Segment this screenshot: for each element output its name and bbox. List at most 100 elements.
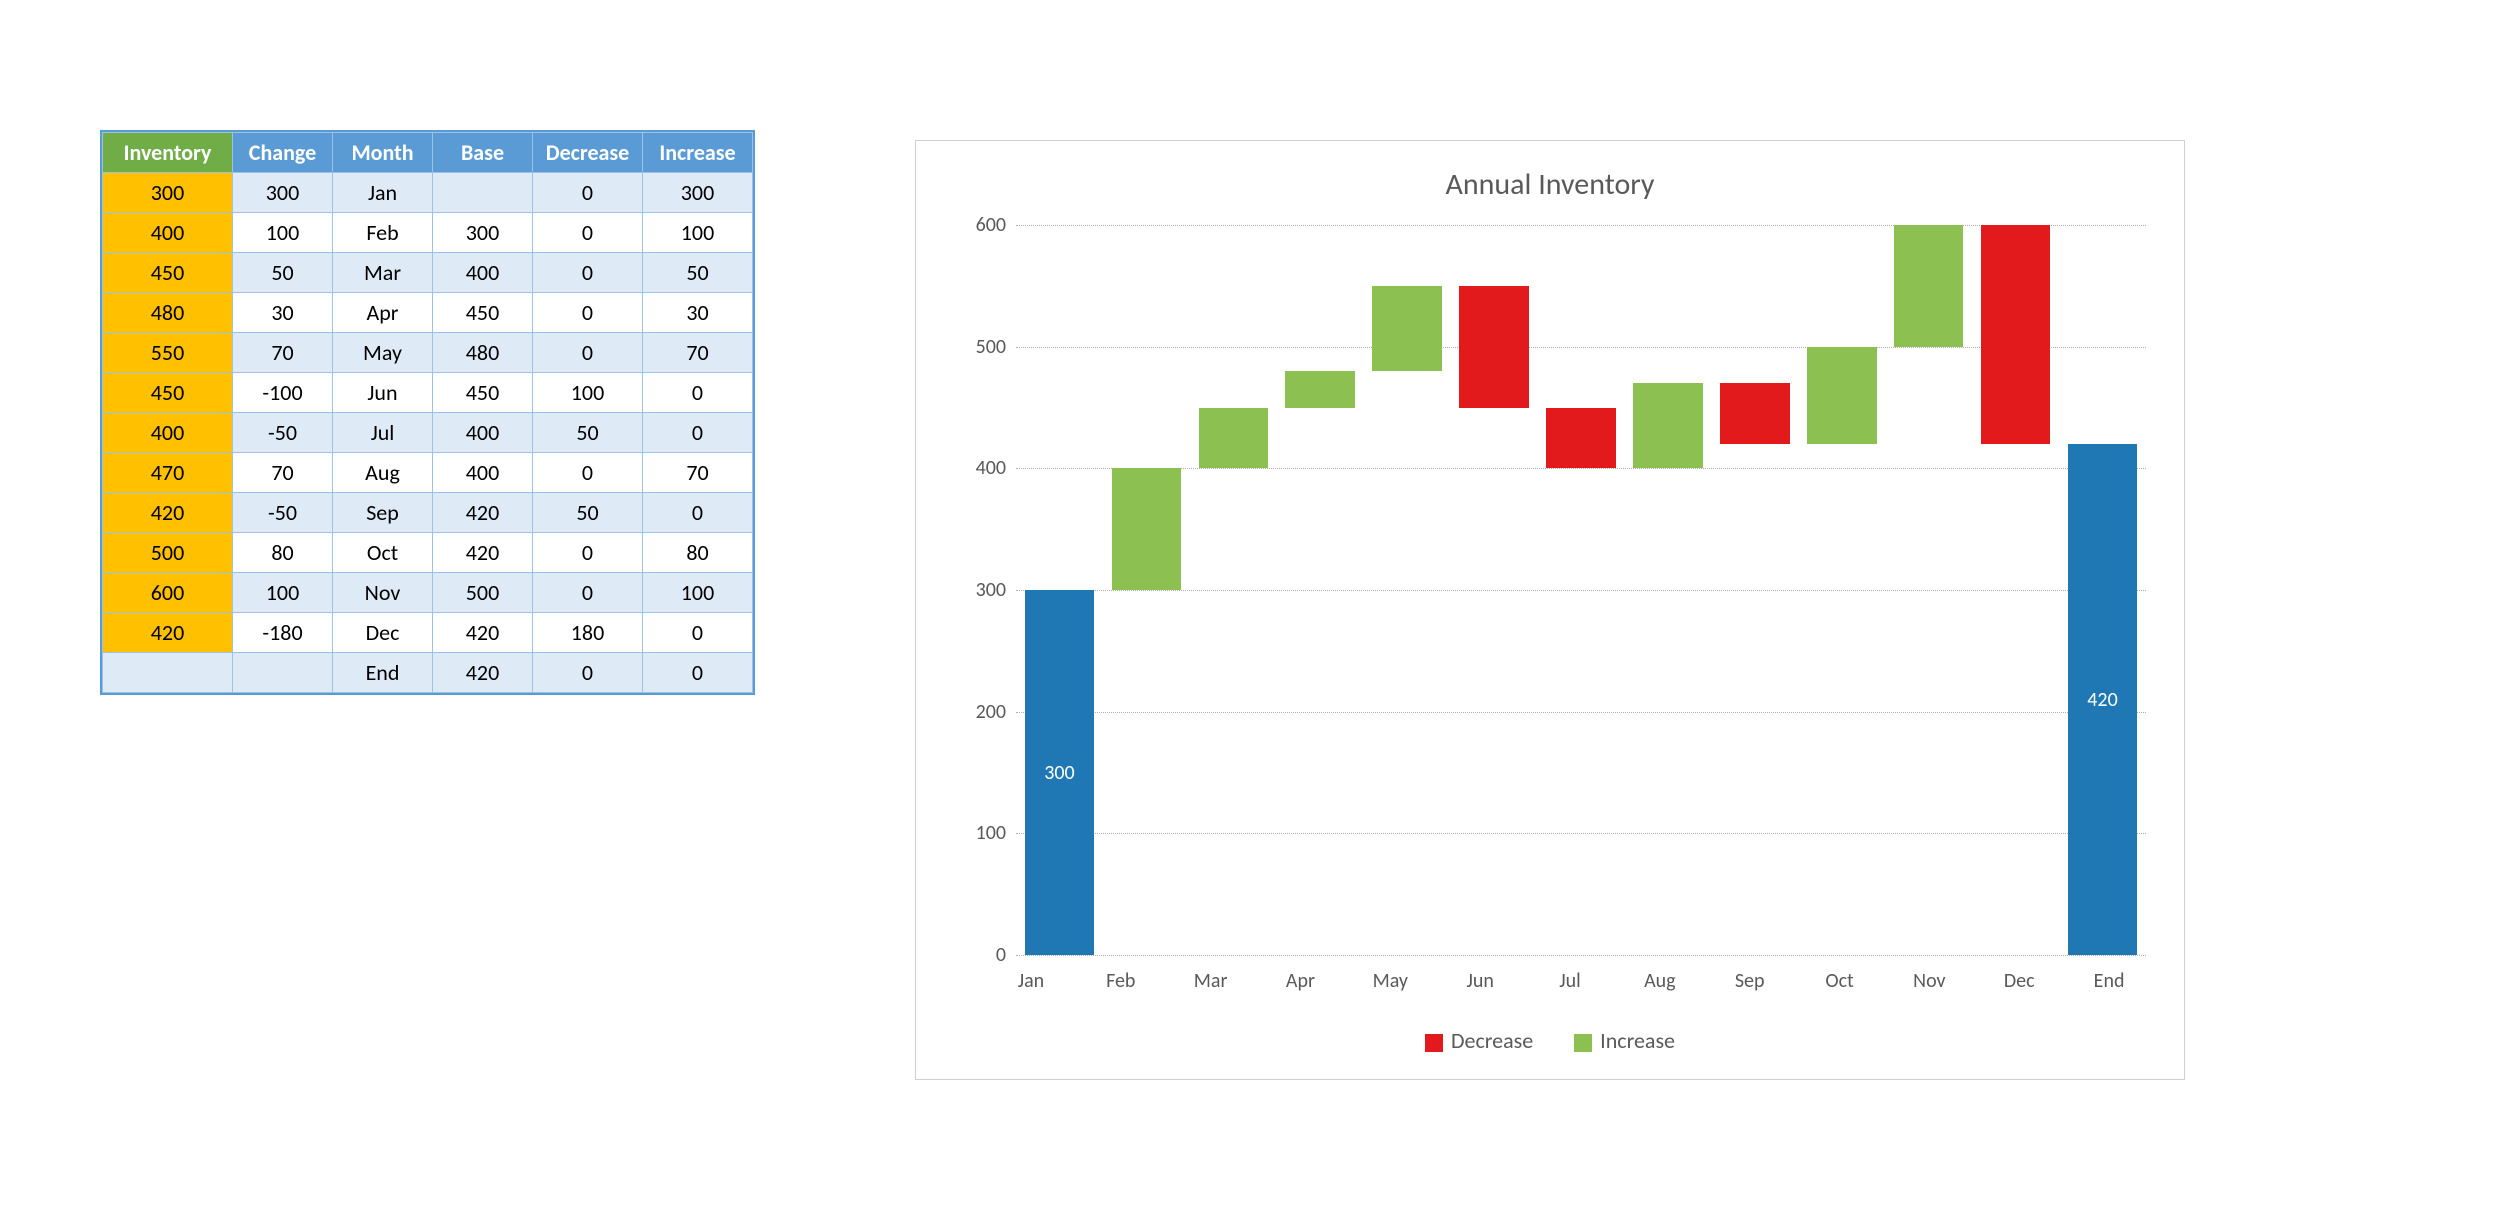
col-base: Base [433,133,533,173]
cell-increase: 30 [643,293,753,333]
cell-inventory: 400 [103,213,233,253]
plot-area: 0100200300400500600300420 [966,225,2146,955]
y-tick: 400 [966,456,1006,480]
bar-slot [1972,225,2059,955]
x-axis: JanFebMarAprMayJunJulAugSepOctNovDecEnd [986,969,2154,999]
cell-decrease: 0 [533,213,643,253]
cell-month: Sep [333,493,433,533]
cell-change: 30 [233,293,333,333]
cell-inventory: 550 [103,333,233,373]
grid-line [1016,955,2146,956]
cell-inventory: 600 [103,573,233,613]
cell-base: 400 [433,253,533,293]
bar-slot [1364,225,1451,955]
x-tick: Sep [1735,969,1765,993]
cell-base: 400 [433,453,533,493]
cell-decrease: 0 [533,453,643,493]
col-month: Month [333,133,433,173]
cell-decrease: 50 [533,413,643,453]
table-row: 420-180Dec4201800 [103,613,753,653]
cell-inventory: 450 [103,373,233,413]
cell-base: 300 [433,213,533,253]
cell-increase: 100 [643,573,753,613]
cell-inventory: 480 [103,293,233,333]
cell-increase: 300 [643,173,753,213]
bar-dec [1546,408,1616,469]
cell-month: Apr [333,293,433,333]
bar-slot [1798,225,1885,955]
y-tick: 0 [966,943,1006,967]
x-tick: May [1373,969,1408,993]
bar-label: 300 [1025,761,1095,785]
cell-change: -50 [233,493,333,533]
cell-change: 70 [233,333,333,373]
x-tick: Jun [1466,969,1493,993]
x-tick: Oct [1825,969,1853,993]
cell-decrease: 0 [533,293,643,333]
cell-change: -50 [233,413,333,453]
y-tick: 600 [966,213,1006,237]
table-row: 450-100Jun4501000 [103,373,753,413]
table-row: 50080Oct420080 [103,533,753,573]
cell-change: 100 [233,213,333,253]
cell-increase: 100 [643,213,753,253]
cell-month: Jan [333,173,433,213]
bar-slot [1277,225,1364,955]
bar-slot [1103,225,1190,955]
bar-slot [1624,225,1711,955]
x-tick: Nov [1913,969,1945,993]
y-tick: 500 [966,335,1006,359]
cell-base: 480 [433,333,533,373]
col-decrease: Decrease [533,133,643,173]
cell-increase: 0 [643,493,753,533]
cell-base: 450 [433,293,533,333]
cell-inventory: 500 [103,533,233,573]
cell-change: -180 [233,613,333,653]
table-row: 400100Feb3000100 [103,213,753,253]
cell-month: Nov [333,573,433,613]
legend-increase: Increase [1574,1027,1675,1054]
bar-total: 300 [1025,590,1095,955]
bar-slot: 300 [1016,225,1103,955]
x-tick: Aug [1644,969,1676,993]
cell-base: 500 [433,573,533,613]
y-tick: 300 [966,578,1006,602]
x-tick: Mar [1194,969,1228,993]
legend-swatch-decrease [1425,1034,1443,1052]
cell-base [433,173,533,213]
table-row: 45050Mar400050 [103,253,753,293]
table-row: End42000 [103,653,753,693]
cell-month: Dec [333,613,433,653]
cell-month: Mar [333,253,433,293]
cell-change: 300 [233,173,333,213]
cell-inventory: 300 [103,173,233,213]
cell-increase: 0 [643,653,753,693]
cell-inventory: 450 [103,253,233,293]
cell-increase: 70 [643,453,753,493]
bar-inc [1633,383,1703,468]
y-tick: 100 [966,821,1006,845]
cell-base: 420 [433,493,533,533]
table-row: 600100Nov5000100 [103,573,753,613]
cell-increase: 0 [643,413,753,453]
cell-decrease: 0 [533,253,643,293]
col-inventory: Inventory [103,133,233,173]
bar-label: 420 [2068,688,2138,712]
cell-inventory: 400 [103,413,233,453]
cell-inventory [103,653,233,693]
bar-inc [1285,371,1355,408]
x-tick: Jan [1018,969,1044,993]
waterfall-chart: Annual Inventory 01002003004005006003004… [915,140,2185,1080]
cell-month: Feb [333,213,433,253]
legend-decrease: Decrease [1425,1027,1538,1054]
x-tick: Feb [1106,969,1135,993]
table-row: 300300Jan0300 [103,173,753,213]
cell-month: Oct [333,533,433,573]
cell-change: 70 [233,453,333,493]
x-tick: Jul [1559,969,1580,993]
cell-change: -100 [233,373,333,413]
legend-swatch-increase [1574,1034,1592,1052]
bar-inc [1372,286,1442,371]
bar-inc [1199,408,1269,469]
bar-inc [1894,225,1964,347]
